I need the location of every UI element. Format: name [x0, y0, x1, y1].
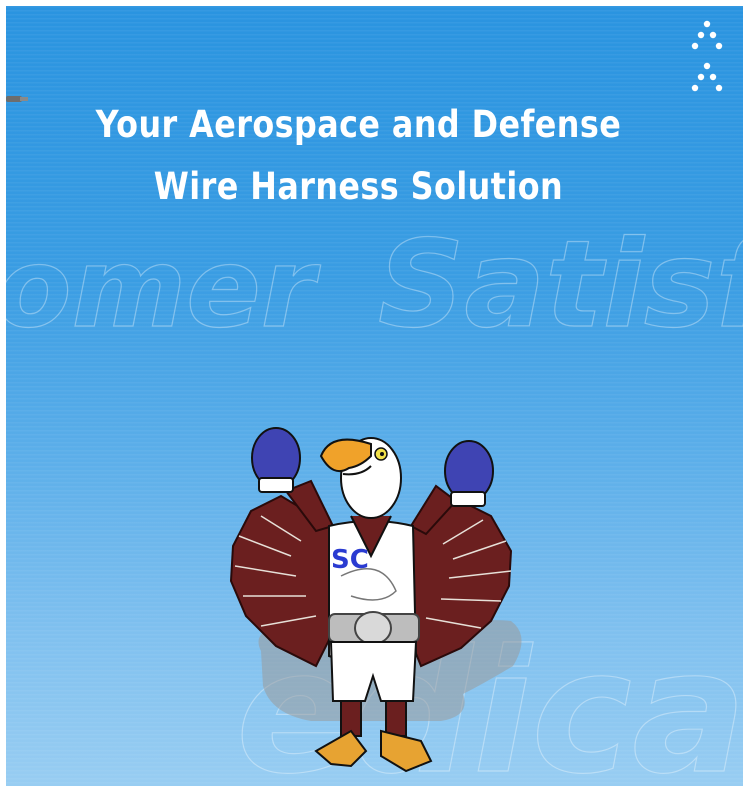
- page-headline: Your Aerospace and Defense Wire Harness …: [55, 94, 661, 218]
- headline-line-1: Your Aerospace and Defense: [95, 103, 622, 146]
- hero-banner: omer Satisfac edica Your Aerospace and D…: [6, 6, 743, 786]
- chevron-up-double-icon[interactable]: [686, 18, 728, 102]
- headline-line-2: Wire Harness Solution: [153, 165, 564, 208]
- chest-logo: SC: [331, 545, 369, 575]
- pin-icon: [6, 96, 28, 102]
- eagle-mascot: SC: [229, 427, 522, 773]
